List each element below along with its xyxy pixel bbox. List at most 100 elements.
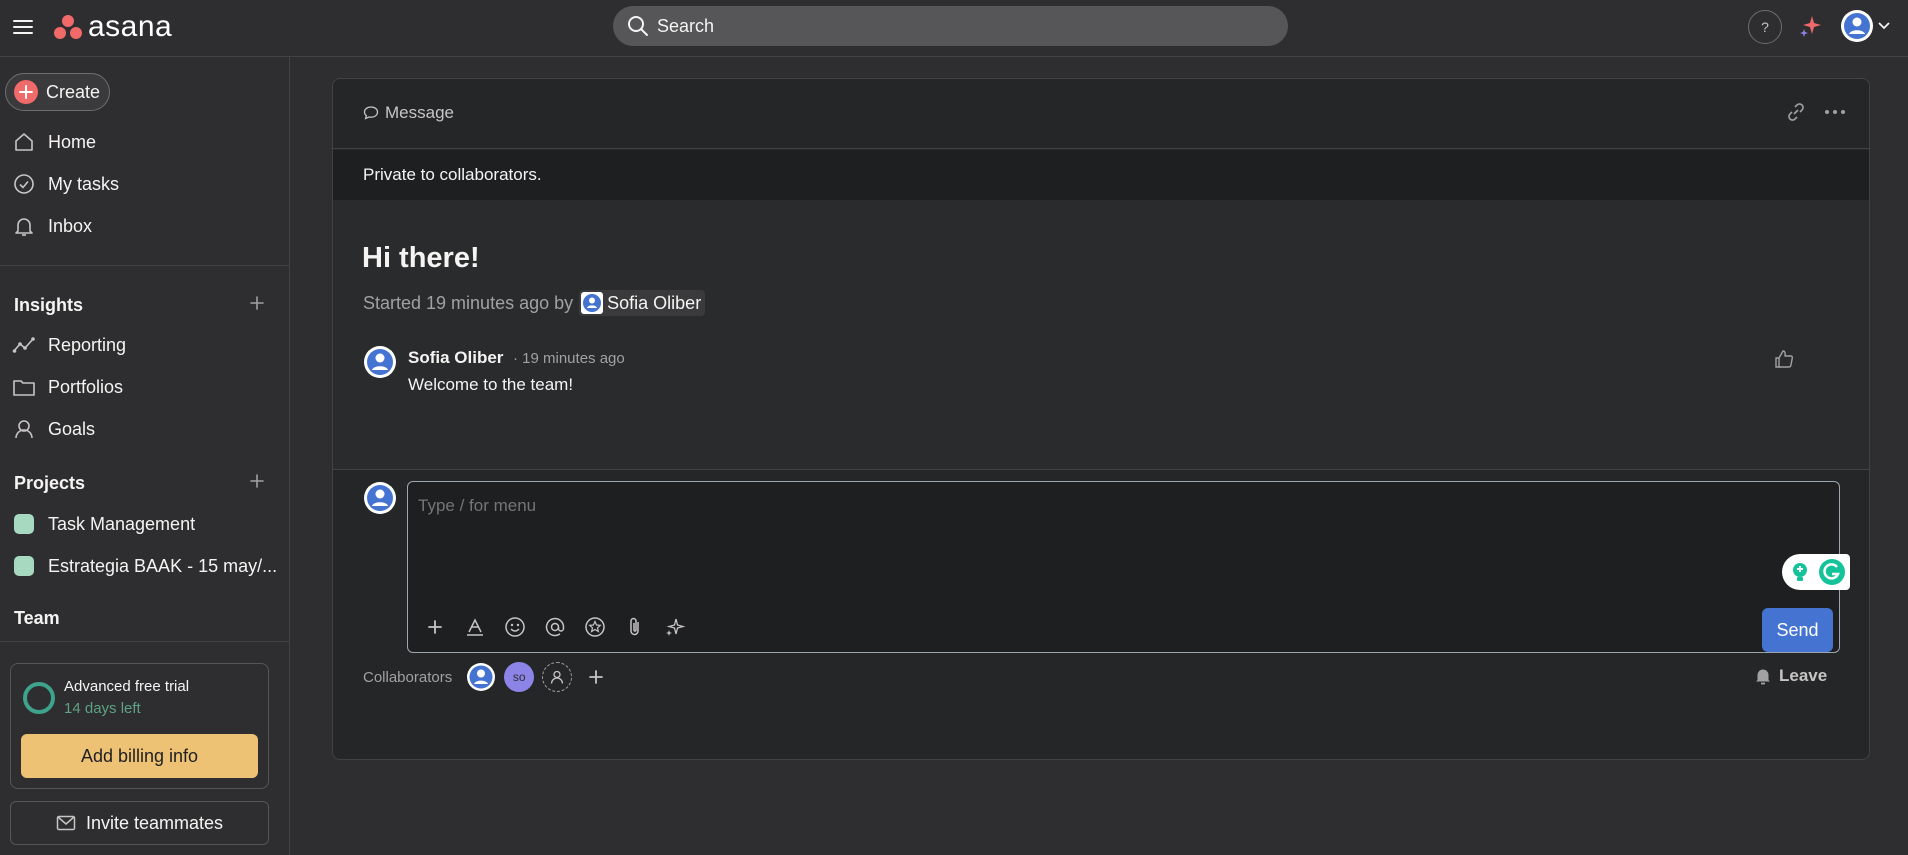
search-bar[interactable]: Search: [613, 6, 1288, 46]
asana-logo[interactable]: asana: [54, 10, 172, 44]
invite-label: Invite teammates: [85, 812, 224, 833]
chevron-down-icon[interactable]: [1878, 20, 1890, 30]
message-card: Message Private to collaborators. Hi the…: [332, 78, 1870, 760]
brand-name: asana: [88, 10, 173, 43]
hamburger-menu-icon[interactable]: [12, 16, 34, 38]
copy-link-icon[interactable]: [1785, 101, 1807, 123]
sidebar-item-inbox[interactable]: Inbox: [12, 210, 92, 242]
sidebar-item-reporting[interactable]: Reporting: [12, 329, 126, 361]
sidebar-item-label: Inbox: [48, 215, 93, 236]
bell-icon: [12, 215, 36, 237]
send-button[interactable]: Send: [1762, 608, 1833, 652]
comment-input[interactable]: [418, 496, 1418, 516]
insights-heading[interactable]: Insights: [14, 295, 83, 316]
add-collaborator-plus-icon[interactable]: [588, 669, 604, 685]
sidebar-item-goals[interactable]: Goals: [12, 413, 95, 445]
help-button[interactable]: ?: [1748, 10, 1782, 44]
message-started-info: Started 19 minutes ago by Sofia Oliber: [363, 290, 706, 316]
trial-progress-ring: [23, 682, 55, 714]
add-plus-icon[interactable]: [422, 614, 448, 640]
sidebar-item-my-tasks[interactable]: My tasks: [12, 168, 119, 200]
trial-card: Advanced free trial 14 days left Add bil…: [10, 663, 269, 789]
comment-timestamp: · 19 minutes ago: [513, 350, 625, 367]
author-chip[interactable]: Sofia Oliber: [579, 290, 706, 316]
leave-button[interactable]: Leave: [1753, 666, 1827, 686]
sidebar-item-label: My tasks: [48, 173, 120, 194]
comment-avatar[interactable]: [363, 345, 397, 379]
sidebar-item-home[interactable]: Home: [12, 126, 96, 158]
leave-label: Leave: [1779, 666, 1828, 685]
invite-teammates-button[interactable]: Invite teammates: [10, 801, 269, 845]
comment-author[interactable]: Sofia Oliber: [408, 348, 503, 368]
create-label: Create: [46, 81, 101, 102]
add-insight-plus-icon[interactable]: [248, 294, 266, 312]
bell-icon: [1756, 669, 1770, 685]
sidebar: Create Home My tasks Inbox Insights Repo…: [0, 57, 290, 855]
reporting-icon: [12, 334, 36, 356]
privacy-text: Private to collaborators.: [363, 165, 542, 184]
thumbs-up-icon[interactable]: [1773, 348, 1795, 370]
sidebar-item-label: Goals: [48, 418, 96, 439]
home-icon: [12, 131, 36, 153]
message-type-label: Message: [363, 103, 454, 123]
sidebar-item-label: Task Management: [48, 513, 196, 534]
author-name: Sofia Oliber: [607, 292, 702, 313]
sidebar-project-estrategia[interactable]: Estrategia BAAK - 15 may/...: [12, 550, 277, 582]
message-header: Message: [333, 79, 1869, 149]
message-type-text: Message: [385, 103, 454, 122]
star-icon[interactable]: [582, 614, 608, 640]
add-project-plus-icon[interactable]: [248, 472, 266, 490]
create-button[interactable]: Create: [5, 73, 110, 111]
project-color-square: [14, 556, 34, 576]
folder-icon: [12, 377, 36, 397]
check-circle-icon: [12, 173, 36, 195]
sidebar-item-label: Estrategia BAAK - 15 may/...: [48, 555, 278, 576]
author-avatar: [581, 292, 604, 314]
grammarly-icon: [1819, 559, 1845, 585]
composer-toolbar: [422, 614, 688, 640]
speech-bubble-icon: [363, 106, 379, 120]
projects-heading[interactable]: Projects: [14, 473, 85, 494]
sidebar-item-label: Reporting: [48, 334, 127, 355]
help-icon: ?: [1761, 19, 1769, 35]
top-bar: asana Search ?: [0, 0, 1908, 57]
collaborator-initials-avatar[interactable]: so: [504, 662, 535, 692]
message-body: Hi there! Started 19 minutes ago by Sofi…: [333, 200, 1869, 470]
sidebar-project-task-management[interactable]: Task Management: [12, 508, 195, 540]
asana-dots-icon: [54, 15, 82, 39]
mention-icon[interactable]: [542, 614, 568, 640]
add-collaborator-person-icon[interactable]: [542, 662, 573, 692]
project-color-square: [14, 514, 34, 534]
collaborator-avatar[interactable]: [466, 662, 496, 692]
lightbulb-icon: [1793, 563, 1807, 581]
envelope-icon: [56, 815, 76, 831]
comment-composer[interactable]: Send: [407, 481, 1850, 653]
ai-sparkle-icon[interactable]: [662, 614, 688, 640]
more-options-icon[interactable]: [1823, 101, 1847, 123]
trial-title: Advanced free trial: [64, 678, 190, 695]
sidebar-item-label: Home: [48, 131, 97, 152]
sidebar-divider: [0, 641, 290, 642]
ai-sparkle-icon[interactable]: [1798, 13, 1824, 39]
comment-text: Welcome to the team!: [408, 375, 574, 394]
sidebar-item-label: Portfolios: [48, 376, 124, 397]
plus-icon: [14, 80, 38, 104]
started-prefix: Started 19 minutes ago by: [363, 292, 574, 313]
goals-icon: [12, 418, 36, 440]
team-heading[interactable]: Team: [14, 608, 60, 629]
privacy-banner: Private to collaborators.: [333, 150, 1869, 200]
emoji-icon[interactable]: [502, 614, 528, 640]
text-format-icon[interactable]: [462, 614, 488, 640]
collaborators-label: Collaborators: [363, 668, 453, 686]
composer-avatar: [363, 481, 397, 515]
collaborators-row: Collaborators so: [363, 659, 604, 695]
search-icon: [628, 16, 648, 36]
user-avatar[interactable]: [1840, 9, 1874, 43]
grammarly-widget[interactable]: [1782, 554, 1850, 590]
add-billing-info-button[interactable]: Add billing info: [21, 734, 258, 778]
sidebar-divider: [0, 265, 290, 266]
message-title[interactable]: Hi there!: [362, 242, 480, 275]
trial-days-left: 14 days left: [64, 700, 141, 717]
attachment-icon[interactable]: [622, 614, 648, 640]
sidebar-item-portfolios[interactable]: Portfolios: [12, 371, 123, 403]
